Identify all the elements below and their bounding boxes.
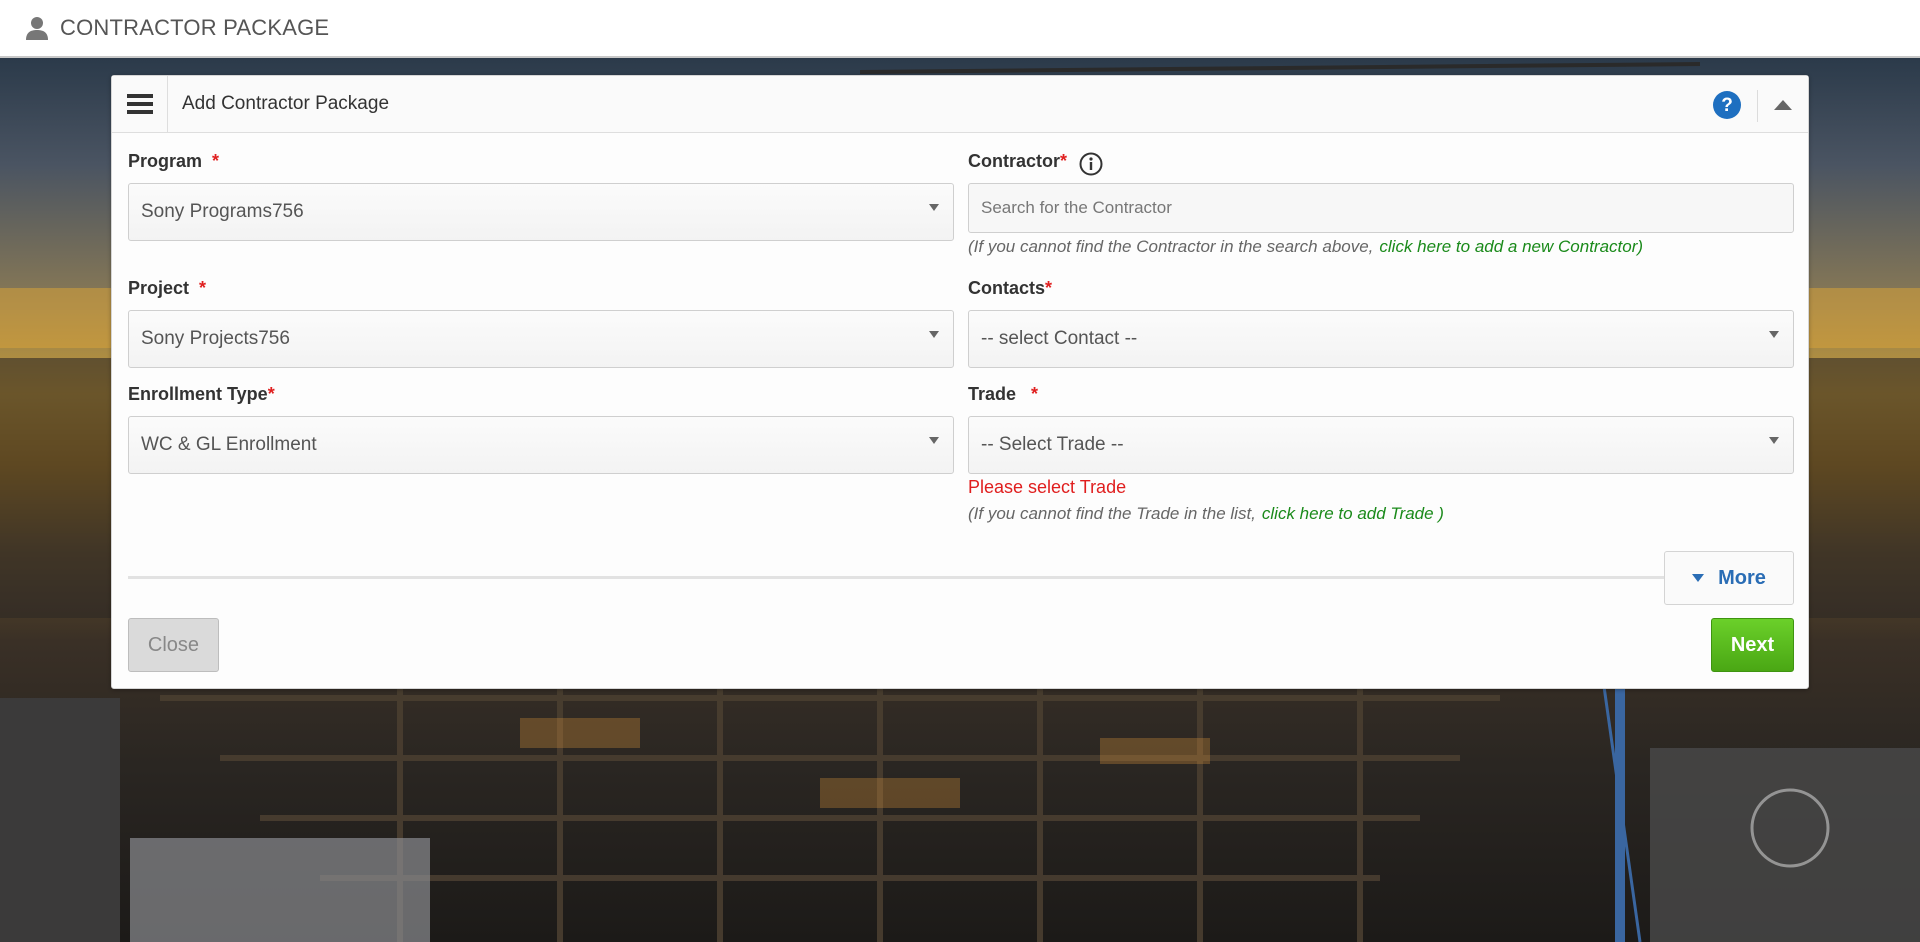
program-value: Sony Programs756 <box>141 201 304 222</box>
chevron-up-icon[interactable] <box>1770 94 1796 116</box>
chevron-down-icon <box>929 437 939 444</box>
contacts-select[interactable]: -- select Contact -- <box>968 310 1794 368</box>
info-icon[interactable] <box>1079 152 1103 176</box>
add-contractor-link[interactable]: click here to add a new Contractor) <box>1379 237 1643 256</box>
add-contractor-package-panel: Add Contractor Package ? Program * Sony … <box>111 75 1809 689</box>
hamburger-menu-icon[interactable] <box>112 76 168 132</box>
user-icon <box>24 15 50 41</box>
contacts-label: Contacts* <box>968 278 1053 298</box>
help-icon[interactable]: ? <box>1712 90 1742 120</box>
trade-label: Trade * <box>968 384 1039 404</box>
panel-title: Add Contractor Package <box>182 93 390 114</box>
caret-down-icon <box>1692 574 1705 582</box>
close-button[interactable]: Close <box>128 618 219 672</box>
program-label: Program * <box>128 151 220 171</box>
enrollment-type-label: Enrollment Type* <box>128 384 275 404</box>
project-select[interactable]: Sony Projects756 <box>128 310 954 368</box>
contractor-hint: (If you cannot find the Contractor in th… <box>968 237 1644 256</box>
chevron-down-icon <box>1769 331 1779 338</box>
more-label: More <box>1718 566 1766 589</box>
contractor-search-input[interactable] <box>968 183 1794 233</box>
program-select[interactable]: Sony Programs756 <box>128 183 954 241</box>
project-value: Sony Projects756 <box>141 328 290 349</box>
trade-value: -- Select Trade -- <box>981 434 1124 455</box>
next-button[interactable]: Next <box>1711 618 1794 672</box>
contractor-label: Contractor* <box>968 151 1068 171</box>
page-title: CONTRACTOR PACKAGE <box>60 15 330 40</box>
chevron-down-icon <box>1769 437 1779 444</box>
more-button[interactable]: More <box>1664 551 1794 605</box>
enrollment-type-select[interactable]: WC & GL Enrollment <box>128 416 954 474</box>
enrollment-type-value: WC & GL Enrollment <box>141 434 317 455</box>
svg-text:?: ? <box>1721 95 1733 116</box>
section-divider <box>128 576 1668 579</box>
chevron-down-icon <box>929 331 939 338</box>
trade-hint: (If you cannot find the Trade in the lis… <box>968 504 1444 523</box>
trade-error: Please select Trade <box>968 477 1127 497</box>
chevron-down-icon <box>929 204 939 211</box>
top-header: CONTRACTOR PACKAGE <box>0 0 1920 58</box>
project-label: Project * <box>128 278 207 298</box>
header-divider <box>1757 90 1758 122</box>
trade-select[interactable]: -- Select Trade -- <box>968 416 1794 474</box>
panel-header: Add Contractor Package ? <box>112 76 1808 133</box>
contacts-value: -- select Contact -- <box>981 328 1138 349</box>
add-trade-link[interactable]: click here to add Trade ) <box>1262 504 1444 523</box>
